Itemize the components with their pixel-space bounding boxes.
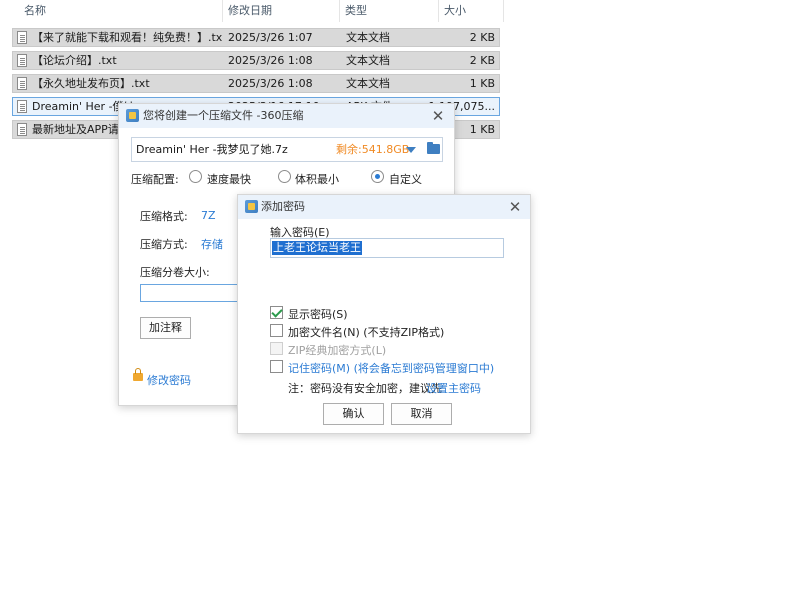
file-type: 文本文档 bbox=[346, 77, 390, 90]
file-row[interactable]: 【来了就能下载和观看！纯免费！】.txt 2025/3/26 1:07 文本文档… bbox=[12, 28, 500, 47]
radio-custom-label[interactable]: 自定义 bbox=[389, 171, 422, 187]
format-label: 压缩格式: bbox=[140, 210, 188, 223]
file-row[interactable]: 【永久地址发布页】.txt 2025/3/26 1:08 文本文档 1 KB bbox=[12, 74, 500, 93]
config-label: 压缩配置: bbox=[131, 173, 179, 186]
password-input[interactable]: 上老王论坛当老王 bbox=[270, 238, 504, 258]
text-file-icon bbox=[17, 31, 27, 44]
change-password-link[interactable]: 修改密码 bbox=[147, 372, 191, 388]
file-size: 1 KB bbox=[469, 77, 495, 90]
method-label: 压缩方式: bbox=[140, 238, 188, 251]
zip-classic-checkbox bbox=[270, 342, 283, 355]
format-value[interactable]: 7Z bbox=[201, 209, 216, 222]
archive-filename: Dreamin' Her -我梦见了她.7z bbox=[136, 143, 288, 156]
folder-icon[interactable] bbox=[427, 142, 440, 154]
archive-filename-field[interactable]: Dreamin' Her -我梦见了她.7z 剩余:541.8GB bbox=[131, 137, 443, 162]
column-name[interactable]: 名称 bbox=[18, 0, 223, 22]
file-type: 文本文档 bbox=[346, 54, 390, 67]
app-360zip-icon bbox=[126, 109, 139, 122]
radio-smallest-label[interactable]: 体积最小 bbox=[295, 171, 339, 187]
radio-fastest-label[interactable]: 速度最快 bbox=[207, 171, 251, 187]
compress-dialog-titlebar[interactable]: 您将创建一个压缩文件 -360压缩 ✕ bbox=[119, 104, 454, 128]
lock-icon bbox=[133, 368, 143, 381]
add-comment-button[interactable]: 加注释 bbox=[140, 317, 191, 339]
method-value[interactable]: 存储 bbox=[201, 236, 223, 252]
close-icon[interactable]: ✕ bbox=[505, 197, 525, 217]
file-row[interactable]: 【论坛介绍】.txt 2025/3/26 1:08 文本文档 2 KB bbox=[12, 51, 500, 70]
column-type[interactable]: 类型 bbox=[339, 0, 439, 22]
file-date: 2025/3/26 1:08 bbox=[228, 54, 313, 67]
remember-password-label[interactable]: 记住密码(M) (将会备忘到密码管理窗口中) bbox=[288, 360, 494, 376]
set-master-password-link[interactable]: 设置主密码 bbox=[426, 380, 481, 396]
column-date[interactable]: 修改日期 bbox=[222, 0, 340, 22]
password-selected-text: 上老王论坛当老王 bbox=[272, 241, 362, 255]
close-icon[interactable]: ✕ bbox=[428, 106, 448, 126]
file-date: 2025/3/26 1:08 bbox=[228, 77, 313, 90]
text-file-icon bbox=[17, 54, 27, 67]
add-password-dialog: 添加密码 ✕ 输入密码(E) 上老王论坛当老王 显示密码(S) 加密文件名(N)… bbox=[237, 194, 531, 434]
text-file-icon bbox=[17, 77, 27, 90]
cancel-button[interactable]: 取消 bbox=[391, 403, 452, 425]
ok-button[interactable]: 确认 bbox=[323, 403, 384, 425]
free-space-label: 剩余:541.8GB bbox=[336, 143, 410, 156]
file-date: 2025/3/26 1:07 bbox=[228, 31, 313, 44]
zip-classic-label: ZIP经典加密方式(L) bbox=[288, 344, 387, 357]
text-file-icon bbox=[17, 123, 27, 136]
remember-password-checkbox[interactable] bbox=[270, 360, 283, 373]
file-name: 【来了就能下载和观看！纯免费！】.txt bbox=[32, 31, 222, 44]
column-size[interactable]: 大小 bbox=[438, 0, 504, 22]
show-password-label[interactable]: 显示密码(S) bbox=[288, 306, 348, 322]
file-type: 文本文档 bbox=[346, 31, 390, 44]
radio-fastest[interactable] bbox=[189, 170, 202, 183]
compress-dialog-title: 您将创建一个压缩文件 -360压缩 bbox=[143, 109, 304, 122]
dropdown-arrow-icon[interactable] bbox=[406, 147, 416, 153]
radio-smallest[interactable] bbox=[278, 170, 291, 183]
file-name: 【永久地址发布页】.txt bbox=[32, 77, 150, 90]
password-dialog-title: 添加密码 bbox=[261, 200, 305, 213]
file-name: 【论坛介绍】.txt bbox=[32, 54, 117, 67]
file-size: 2 KB bbox=[469, 54, 495, 67]
app-360zip-icon bbox=[245, 200, 258, 213]
radio-custom[interactable] bbox=[371, 170, 384, 183]
volume-size-input[interactable] bbox=[140, 284, 240, 302]
password-dialog-titlebar[interactable]: 添加密码 ✕ bbox=[238, 195, 530, 219]
encrypt-filenames-label[interactable]: 加密文件名(N) (不支持ZIP格式) bbox=[288, 324, 444, 340]
file-size: 2 KB bbox=[469, 31, 495, 44]
volume-label: 压缩分卷大小: bbox=[140, 266, 210, 279]
show-password-checkbox[interactable] bbox=[270, 306, 283, 319]
file-icon bbox=[17, 100, 27, 113]
column-header: ⌃ 名称 修改日期 类型 大小 bbox=[0, 0, 505, 24]
security-note: 注：密码没有安全加密，建议先 bbox=[288, 382, 442, 395]
encrypt-filenames-checkbox[interactable] bbox=[270, 324, 283, 337]
